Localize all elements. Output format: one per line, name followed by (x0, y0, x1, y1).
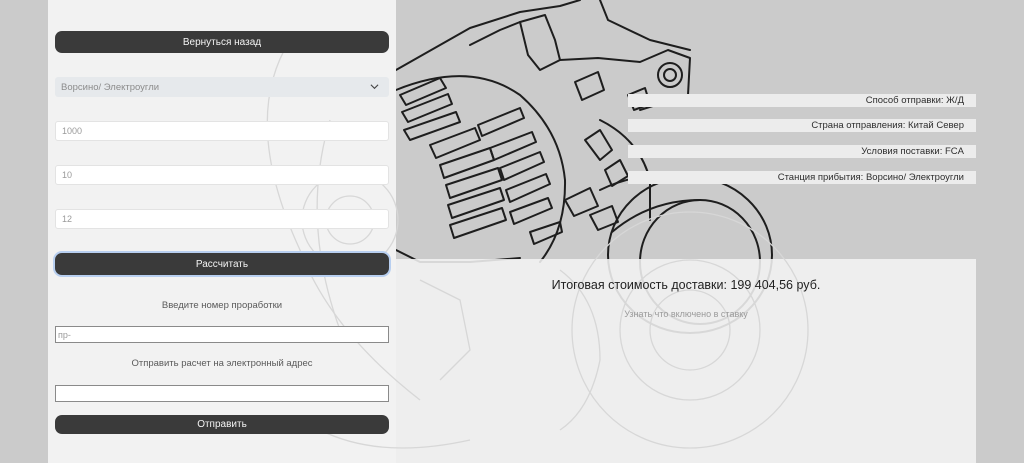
email-input[interactable] (55, 385, 389, 402)
summary-arrival-station: Станция прибытия: Ворсино/ Электроугли (628, 171, 976, 184)
summary-shipping-method: Способ отправки: Ж/Д (628, 94, 976, 107)
summary-delivery-terms: Условия поставки: FCA (628, 145, 976, 158)
back-button[interactable]: Вернуться назад (55, 31, 389, 53)
study-number-input[interactable]: пр- (55, 326, 389, 343)
places-value: 12 (62, 214, 73, 224)
included-in-rate-link[interactable]: Узнать что включено в ставку (430, 309, 942, 319)
summary-origin-country: Страна отправления: Китай Север (628, 119, 976, 132)
arrival-station-select[interactable]: Ворсино/ Электроугли (55, 77, 389, 97)
select-value: Ворсино/ Электроугли (61, 81, 160, 93)
study-number-value: пр- (58, 329, 71, 340)
chevron-down-icon (370, 84, 379, 90)
email-label: Отправить расчет на электронный адрес (131, 358, 313, 369)
send-button[interactable]: Отправить (55, 415, 389, 434)
volume-input[interactable]: 10 (55, 165, 389, 185)
study-number-label: Введите номер проработки (161, 300, 283, 311)
places-input[interactable]: 12 (55, 209, 389, 229)
weight-input[interactable]: 1000 (55, 121, 389, 141)
volume-value: 10 (62, 170, 73, 180)
total-cost: Итоговая стоимость доставки: 199 404,56 … (551, 278, 821, 292)
calculate-button[interactable]: Рассчитать (55, 253, 389, 275)
weight-value: 1000 (62, 126, 83, 136)
